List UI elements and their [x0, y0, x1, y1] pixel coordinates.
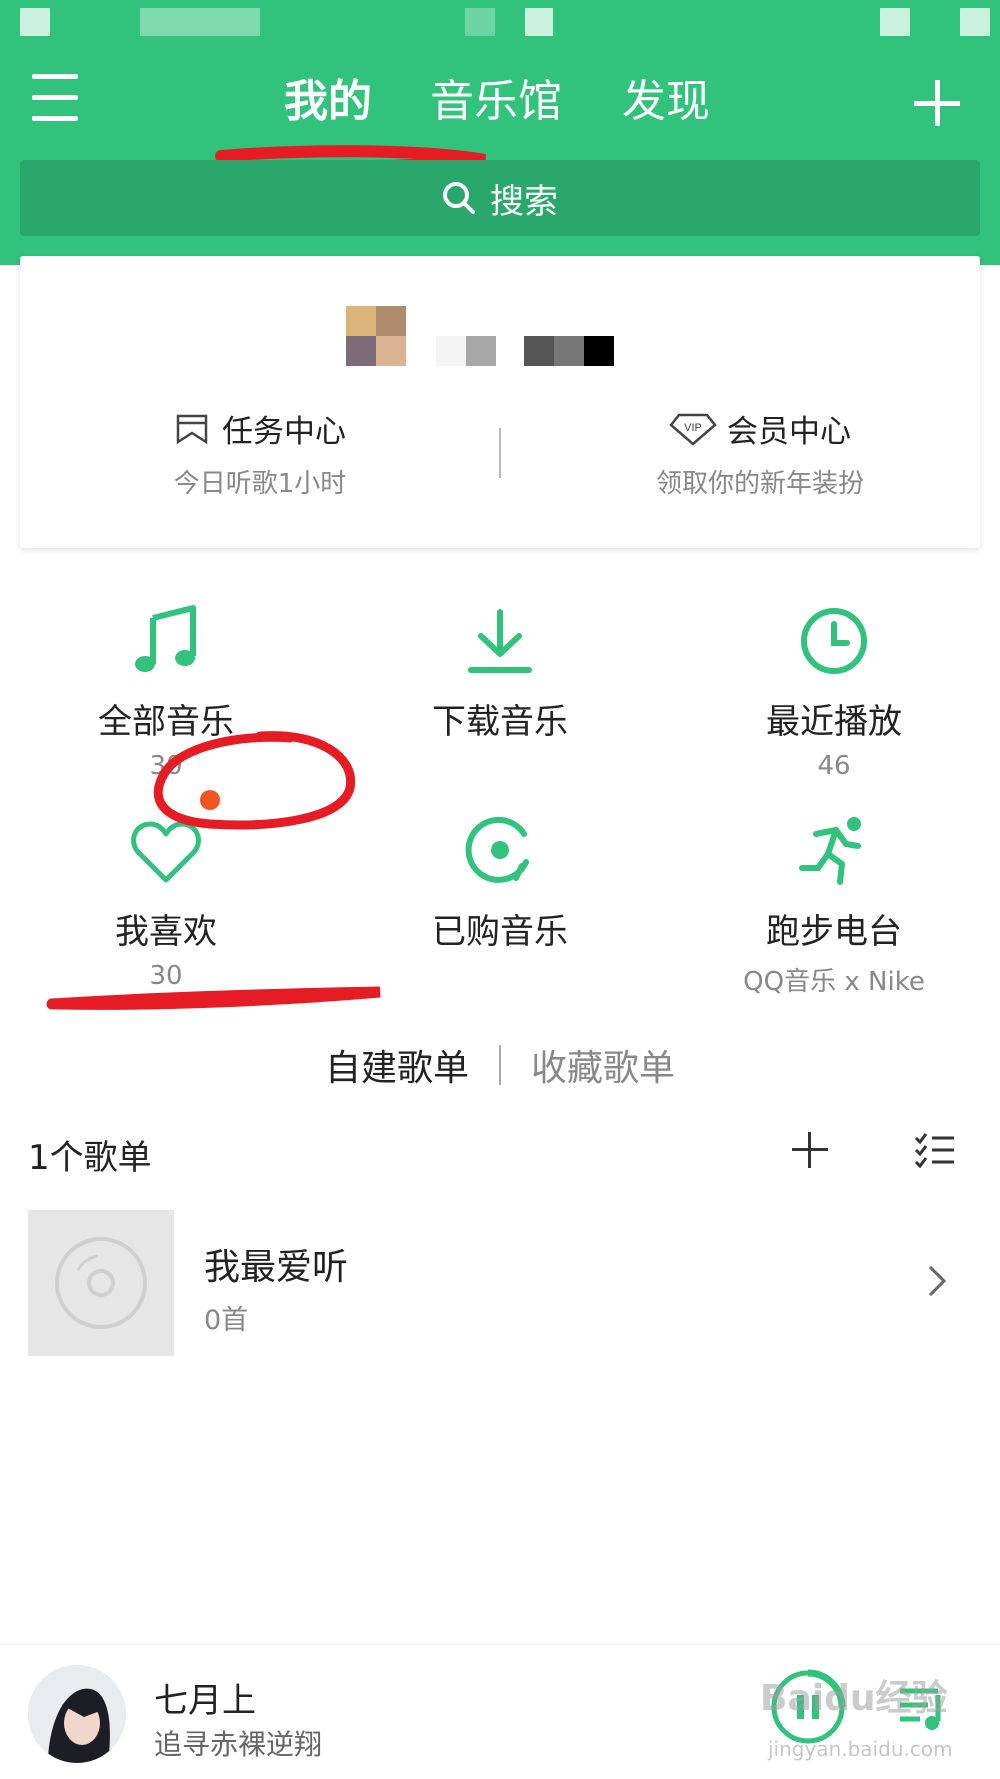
purchased-disc-icon	[465, 816, 529, 883]
new-badge-dot	[200, 790, 220, 810]
song-title: 七月上	[154, 1681, 256, 1721]
runner-icon	[799, 817, 861, 885]
vip-center-title: 会员中心	[727, 414, 851, 450]
recent-play-button[interactable]: 最近播放 46	[684, 596, 984, 781]
purchased-music-label: 已购音乐	[432, 912, 568, 952]
tab-created-playlists[interactable]: 自建歌单	[325, 1039, 469, 1091]
red-circle-annotation	[153, 731, 356, 830]
tab-mine[interactable]: 我的	[284, 72, 372, 132]
download-icon	[468, 609, 532, 673]
album-art[interactable]	[28, 1665, 126, 1763]
task-center-button[interactable]: 任务中心 今日听歌1小时	[130, 406, 390, 500]
chevron-right-icon	[928, 1265, 947, 1297]
add-playlist-icon[interactable]	[792, 1132, 828, 1168]
vip-center-subtitle: 领取你的新年装扮	[655, 469, 864, 499]
app-header: 我的 音乐馆 发现 搜索	[0, 0, 1000, 265]
clock-icon	[801, 608, 867, 674]
status-bar	[0, 0, 1000, 40]
song-artist: 追寻赤裸逆翔	[154, 1728, 323, 1761]
playlist-count: 1个歌单	[28, 1138, 152, 1178]
running-radio-button[interactable]: 跑步电台 QQ音乐 x Nike	[684, 806, 984, 998]
tab-music-hall[interactable]: 音乐馆	[430, 72, 562, 132]
status-blur	[465, 8, 495, 36]
status-blur	[20, 8, 50, 36]
task-center-title: 任务中心	[222, 414, 346, 450]
vip-diamond-icon: VIP	[669, 413, 717, 446]
download-music-button[interactable]: 下载音乐	[350, 596, 650, 751]
search-input[interactable]: 搜索	[20, 160, 980, 236]
running-radio-subtitle: QQ音乐 x Nike	[743, 967, 925, 997]
vip-center-button[interactable]: VIP 会员中心 领取你的新年装扮	[610, 406, 910, 500]
menu-icon[interactable]	[30, 70, 82, 126]
card-divider	[499, 428, 501, 478]
running-radio-label: 跑步电台	[766, 912, 902, 952]
purchased-music-button[interactable]: 已购音乐	[350, 806, 650, 961]
status-blur	[525, 8, 553, 36]
playlist-cover	[28, 1210, 174, 1356]
status-blur	[140, 8, 260, 36]
status-blur	[960, 8, 990, 36]
playlist-name: 我最爱听	[204, 1247, 349, 1288]
search-placeholder: 搜索	[490, 181, 558, 222]
manage-playlist-icon[interactable]	[914, 1132, 954, 1172]
tab-collected-playlists[interactable]: 收藏歌单	[531, 1039, 675, 1091]
red-underline-annotation	[46, 986, 381, 1010]
music-note-icon	[135, 605, 196, 672]
task-center-subtitle: 今日听歌1小时	[173, 469, 347, 499]
svg-text:VIP: VIP	[684, 422, 702, 434]
tab-discover[interactable]: 发现	[622, 72, 710, 132]
add-icon[interactable]	[914, 80, 960, 126]
disc-icon	[55, 1237, 147, 1329]
recent-play-label: 最近播放	[766, 702, 902, 742]
download-music-label: 下载音乐	[432, 702, 568, 742]
user-avatar[interactable]	[346, 306, 616, 366]
baidu-watermark-url: jingyan.baidu.com	[768, 1737, 953, 1761]
profile-card: 任务中心 今日听歌1小时 VIP 会员中心 领取你的新年装扮	[20, 256, 980, 548]
bookmark-icon	[176, 414, 208, 444]
tab-separator	[499, 1045, 501, 1085]
playlist-tabs: 自建歌单 收藏歌单	[0, 1040, 1000, 1090]
mini-player[interactable]: 七月上 追寻赤裸逆翔 Baidu经验 jingyan.baidu.com	[0, 1644, 1000, 1779]
recent-play-count: 46	[817, 751, 851, 781]
search-icon	[443, 182, 475, 214]
playlist-item[interactable]: 我最爱听 0首	[0, 1208, 1000, 1356]
status-blur	[880, 8, 910, 36]
playlist-song-count: 0首	[204, 1305, 249, 1336]
favorites-label: 我喜欢	[115, 912, 217, 952]
baidu-watermark: Baidu经验	[760, 1678, 948, 1719]
